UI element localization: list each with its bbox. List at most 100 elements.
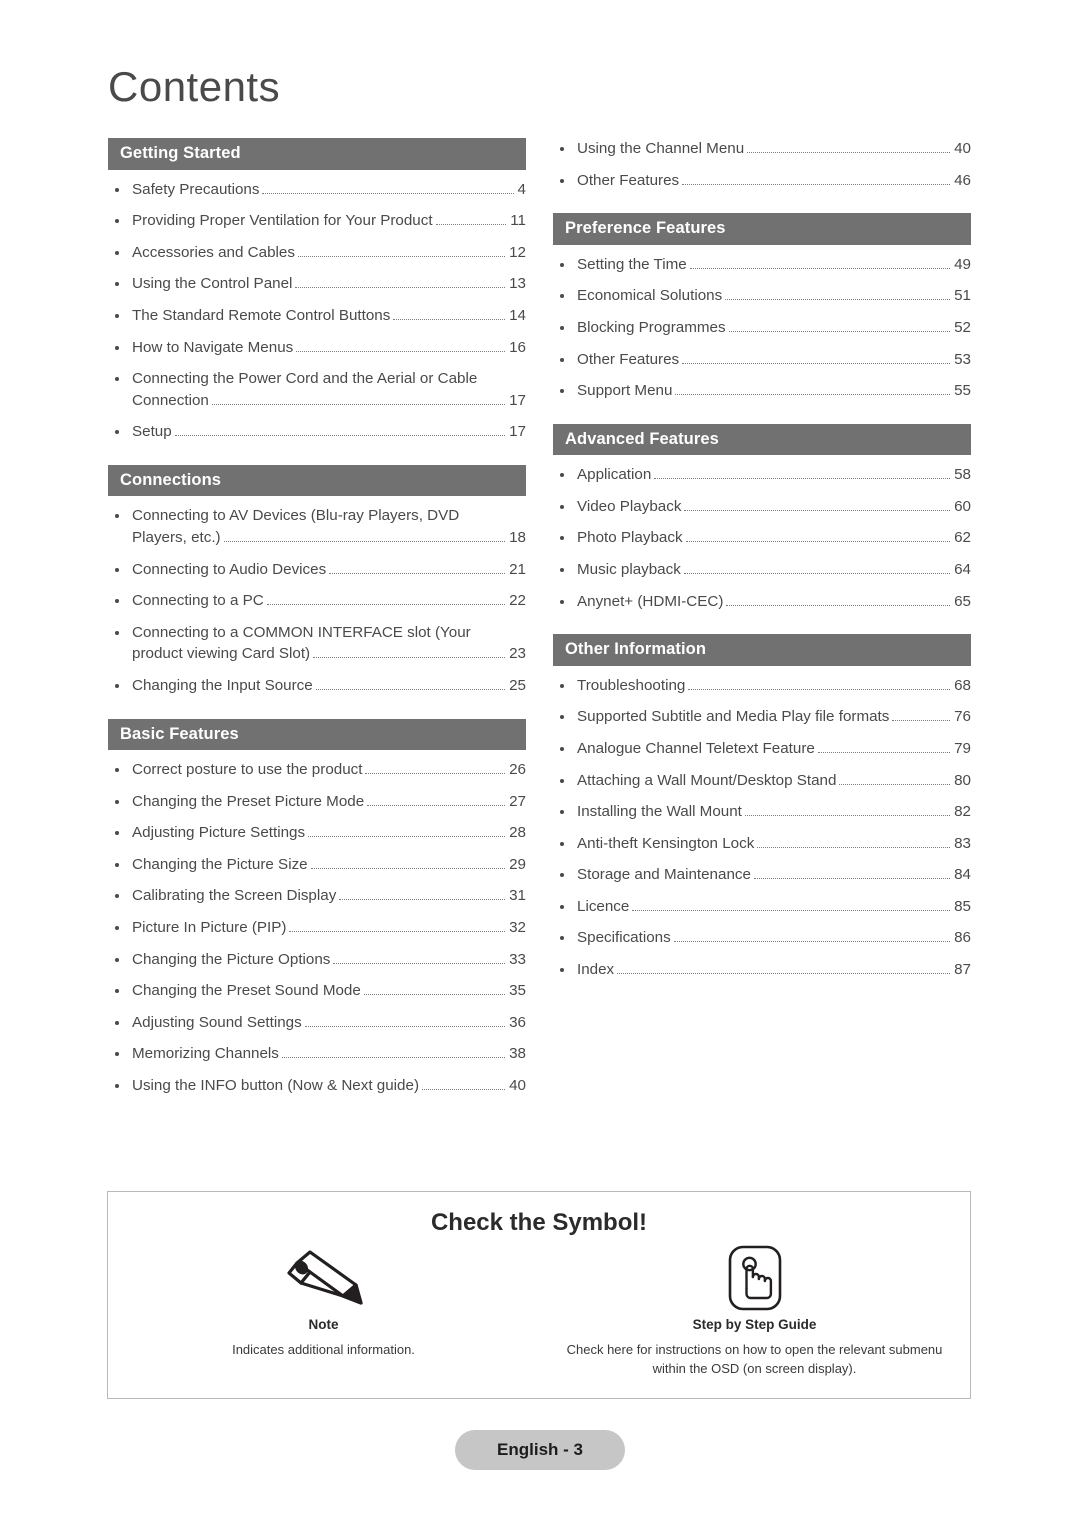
- toc-entry-page: 17: [509, 423, 526, 441]
- toc-leader-dots: [308, 835, 506, 838]
- toc-entry[interactable]: Blocking Programmes 52: [553, 317, 971, 339]
- toc-entry[interactable]: Support Menu 55: [553, 380, 971, 402]
- toc-entry[interactable]: Setting the Time 49: [553, 254, 971, 276]
- toc-entry-title: Anynet+ (HDMI-CEC): [577, 592, 724, 610]
- toc-entry[interactable]: Connecting to AV Devices (Blu-ray Player…: [108, 505, 526, 548]
- toc-leader-dots: [295, 286, 506, 289]
- toc-entry[interactable]: Safety Precautions 4: [108, 179, 526, 201]
- toc-entry[interactable]: Other Features 53: [553, 349, 971, 371]
- toc-entry[interactable]: Picture In Picture (PIP) 32: [108, 917, 526, 939]
- toc-entry[interactable]: Correct posture to use the product 26: [108, 759, 526, 781]
- toc-leader-dots: [289, 930, 506, 933]
- page-footer-label: English - 3: [497, 1440, 583, 1459]
- toc-entry[interactable]: Using the Control Panel 13: [108, 273, 526, 295]
- toc-entry[interactable]: Photo Playback 62: [553, 527, 971, 549]
- toc-entry-title: Adjusting Picture Settings: [132, 824, 306, 842]
- toc-entry-page: 84: [954, 866, 971, 884]
- toc-entry[interactable]: Changing the Preset Picture Mode 27: [108, 791, 526, 813]
- section-heading: Other Information: [553, 634, 971, 666]
- toc-entry-page: 46: [954, 171, 971, 189]
- toc-entry-title: How to Navigate Menus: [132, 338, 294, 356]
- check-the-symbol-box: Check the Symbol! Note Indicates additio…: [107, 1191, 971, 1399]
- toc-entry[interactable]: Installing the Wall Mount 82: [553, 801, 971, 823]
- toc-entry-list: Setting the Time 49 Economical Solutions 51…: [553, 254, 971, 402]
- toc-leader-dots: [367, 804, 506, 806]
- toc-entry-page: 85: [954, 897, 971, 915]
- toc-leader-dots: [747, 151, 951, 153]
- toc-leader-dots: [689, 267, 951, 269]
- toc-entry-page: 12: [509, 243, 526, 261]
- toc-entry-title: Storage and Maintenance: [577, 866, 751, 884]
- toc-entry-title: Licence: [577, 897, 630, 915]
- toc-entry[interactable]: Anynet+ (HDMI-CEC) 65: [553, 591, 971, 613]
- toc-entry[interactable]: Connecting the Power Cord and the Aerial…: [108, 368, 526, 411]
- toc-entry[interactable]: Storage and Maintenance 84: [553, 864, 971, 886]
- toc-entry[interactable]: Troubleshooting 68: [553, 675, 971, 697]
- toc-entry-page: 62: [954, 529, 971, 547]
- toc-entry-title: Analogue Channel Teletext Feature: [577, 739, 815, 757]
- toc-leader-dots: [725, 298, 951, 301]
- toc-entry-title: Changing the Preset Sound Mode: [132, 982, 361, 1000]
- section-heading: Getting Started: [108, 138, 526, 170]
- toc-entry-title: Installing the Wall Mount: [577, 803, 742, 821]
- toc-entry-list: Safety Precautions 4 Providing Proper Vent…: [108, 179, 526, 443]
- toc-entry[interactable]: Using the INFO button (Now & Next guide)…: [108, 1075, 526, 1097]
- toc-entry[interactable]: Using the Channel Menu 40: [553, 138, 971, 160]
- toc-entry[interactable]: Connecting to a COMMON INTERFACE slot (Y…: [108, 622, 526, 665]
- toc-entry-page: 33: [509, 950, 526, 968]
- toc-entry[interactable]: Calibrating the Screen Display 31: [108, 885, 526, 907]
- toc-entry[interactable]: Attaching a Wall Mount/Desktop Stand 80: [553, 770, 971, 792]
- symbol-item-label: Note: [308, 1317, 339, 1332]
- section-heading: Preference Features: [553, 213, 971, 245]
- toc-entry-title-cont: Connection: [132, 391, 209, 409]
- toc-entry-title: Other Features: [577, 350, 680, 368]
- toc-entry[interactable]: Licence 85: [553, 896, 971, 918]
- toc-entry-title: Photo Playback: [577, 529, 683, 547]
- toc-entry-title: Picture In Picture (PIP): [132, 919, 287, 937]
- toc-entry-title: Attaching a Wall Mount/Desktop Stand: [577, 771, 837, 789]
- toc-entry[interactable]: Setup 17: [108, 421, 526, 443]
- toc-entry-page: 40: [954, 140, 971, 157]
- symbol-item-description: Indicates additional information.: [232, 1342, 415, 1357]
- toc-entry-title: The Standard Remote Control Buttons: [132, 306, 391, 324]
- toc-entry[interactable]: Connecting to a PC 22: [108, 590, 526, 612]
- toc-entry[interactable]: Changing the Picture Options 33: [108, 949, 526, 971]
- toc-entry[interactable]: Adjusting Picture Settings 28: [108, 822, 526, 844]
- toc-entry[interactable]: Changing the Preset Sound Mode 35: [108, 980, 526, 1002]
- symbol-box-columns: Note Indicates additional information. S…: [108, 1241, 970, 1379]
- toc-entry[interactable]: Memorizing Channels 38: [108, 1043, 526, 1065]
- toc-entry[interactable]: Music playback 64: [553, 559, 971, 581]
- toc-entry[interactable]: Connecting to Audio Devices 21: [108, 559, 526, 581]
- toc-entry[interactable]: Anti-theft Kensington Lock 83: [553, 833, 971, 855]
- step-by-step-guide-icon: [557, 1241, 952, 1315]
- toc-leader-dots: [174, 434, 506, 437]
- toc-entry[interactable]: Accessories and Cables 12: [108, 242, 526, 264]
- toc-entry[interactable]: Changing the Input Source 25: [108, 675, 526, 697]
- toc-entry[interactable]: Index 87: [553, 959, 971, 981]
- toc-section: Advanced Features Application 58 Video Play…: [553, 423, 971, 613]
- toc-entry[interactable]: Economical Solutions 51: [553, 285, 971, 307]
- toc-entry[interactable]: Other Features 46: [553, 170, 971, 192]
- toc-entry[interactable]: Video Playback 60: [553, 496, 971, 518]
- toc-entry-title: Safety Precautions: [132, 180, 260, 198]
- toc-entry-title: Support Menu: [577, 382, 673, 400]
- toc-entry[interactable]: Adjusting Sound Settings 36: [108, 1012, 526, 1034]
- toc-leader-dots: [313, 656, 506, 659]
- toc-leader-dots: [422, 1088, 506, 1090]
- toc-entry[interactable]: How to Navigate Menus 16: [108, 337, 526, 359]
- toc-leader-dots: [329, 572, 506, 574]
- toc-entry-title: Changing the Picture Options: [132, 950, 331, 968]
- toc-entry[interactable]: Application 58: [553, 464, 971, 486]
- toc-leader-dots: [365, 772, 506, 775]
- toc-entry[interactable]: Providing Proper Ventilation for Your Pr…: [108, 210, 526, 232]
- symbol-box-title: Check the Symbol!: [430, 1209, 648, 1236]
- toc-entry[interactable]: Changing the Picture Size 29: [108, 854, 526, 876]
- toc-entry-title: Index: [577, 961, 615, 979]
- toc-entry-title: Correct posture to use the product: [132, 761, 363, 779]
- toc-leader-dots: [683, 572, 951, 575]
- toc-entry[interactable]: Analogue Channel Teletext Feature 79: [553, 738, 971, 760]
- toc-entry[interactable]: Supported Subtitle and Media Play file f…: [553, 706, 971, 728]
- toc-leader-dots: [685, 540, 951, 543]
- toc-entry[interactable]: The Standard Remote Control Buttons 14: [108, 305, 526, 327]
- toc-entry[interactable]: Specifications 86: [553, 927, 971, 949]
